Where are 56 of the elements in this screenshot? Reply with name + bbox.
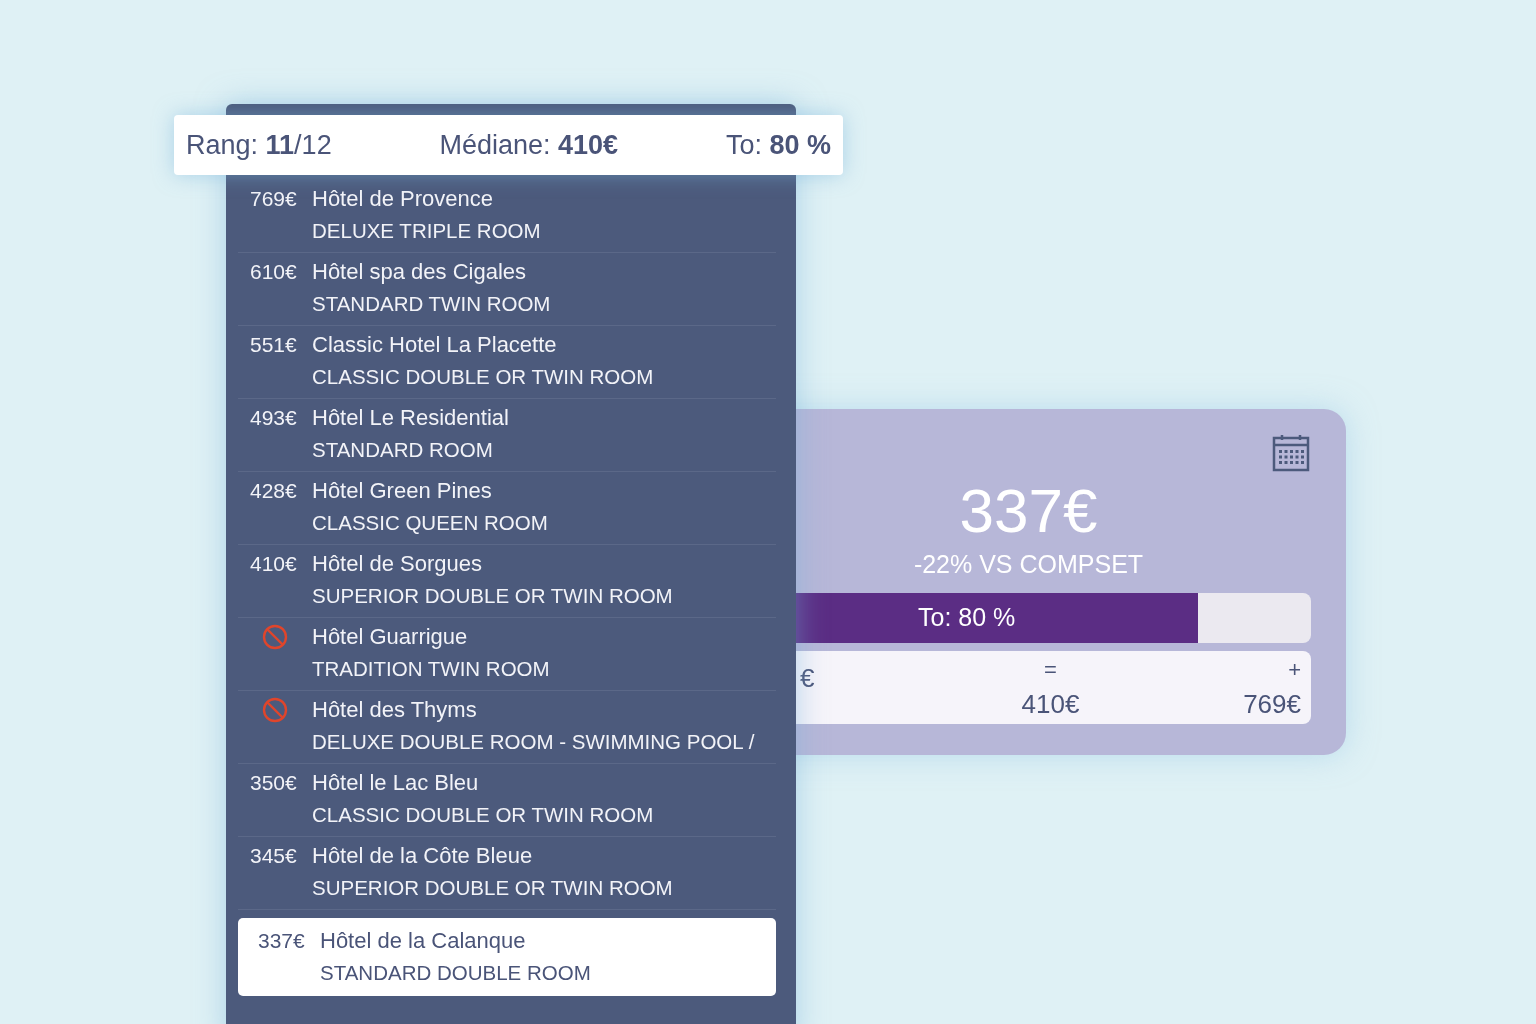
- room-type: CLASSIC DOUBLE OR TWIN ROOM: [312, 802, 655, 828]
- hotel-row[interactable]: 769€ Hôtel de Provence DELUXE TRIPLE ROOM: [238, 180, 776, 253]
- room-type: STANDARD ROOM: [312, 437, 494, 463]
- hotel-price: 493€: [250, 405, 298, 431]
- hotel-row[interactable]: 350€ Hôtel le Lac Bleu CLASSIC DOUBLE OR TWIN ROOM: [238, 764, 776, 837]
- range-value: 769€: [1243, 689, 1301, 720]
- hotel-row[interactable]: Hôtel des Thyms DELUXE DOUBLE ROOM - SWIMMING POOL /: [238, 691, 776, 764]
- hotel-name: Hôtel le Lac Bleu: [312, 770, 480, 796]
- hotel-price: 337€: [258, 928, 306, 954]
- hotel-price: 769€: [250, 186, 298, 212]
- hotel-name: Hôtel de la Côte Bleue: [312, 843, 534, 869]
- calendar-icon[interactable]: [1271, 433, 1311, 473]
- hotel-name: Hôtel Guarrigue: [312, 624, 469, 650]
- hotel-price: 551€: [250, 332, 298, 358]
- selected-hotel-row[interactable]: 337€ Hôtel de la Calanque STANDARD DOUBLE ROOM: [238, 918, 776, 996]
- range-symbol: +: [1288, 657, 1301, 683]
- room-type: DELUXE DOUBLE ROOM - SWIMMING POOL /: [312, 729, 756, 755]
- room-type: CLASSIC QUEEN ROOM: [312, 510, 549, 536]
- hotel-name: Hôtel Green Pines: [312, 478, 493, 504]
- hotel-row[interactable]: 493€ Hôtel Le Residential STANDARD ROOM: [238, 399, 776, 472]
- hotel-price: 350€: [250, 770, 298, 796]
- hotel-name: Hôtel spa des Cigales: [312, 259, 527, 285]
- hotel-row[interactable]: 345€ Hôtel de la Côte Bleue SUPERIOR DOUBLE OR TWIN ROOM: [238, 837, 776, 910]
- rank-text: Rang: 11/12: [186, 129, 332, 161]
- hotel-price: 410€: [250, 551, 298, 577]
- room-type: DELUXE TRIPLE ROOM: [312, 218, 542, 244]
- hotel-name: Classic Hotel La Placette: [312, 332, 558, 358]
- hotel-price: 610€: [250, 259, 298, 285]
- price-value: 337€: [959, 475, 1098, 546]
- room-type: SUPERIOR DOUBLE OR TWIN ROOM: [312, 583, 674, 609]
- range-value: €: [800, 663, 815, 694]
- room-type: STANDARD TWIN ROOM: [312, 291, 552, 317]
- hotel-name: Hôtel Le Residential: [312, 405, 510, 431]
- hotel-price: 345€: [250, 843, 298, 869]
- hotel-row[interactable]: 428€ Hôtel Green Pines CLASSIC QUEEN ROOM: [238, 472, 776, 545]
- room-type: SUPERIOR DOUBLE OR TWIN ROOM: [312, 875, 674, 901]
- compset-comparison: -22% VS COMPSET: [913, 550, 1144, 579]
- hotel-name: Hôtel des Thyms: [312, 697, 478, 723]
- blocked-icon: [262, 697, 288, 723]
- hotel-name: Hôtel de Sorgues: [312, 551, 483, 577]
- range-symbol: =: [1044, 657, 1057, 683]
- occupancy-label: To: 80 %: [918, 603, 1016, 632]
- occupancy-text: To: 80 %: [725, 129, 831, 161]
- room-type: STANDARD DOUBLE ROOM: [320, 960, 592, 986]
- room-type: CLASSIC DOUBLE OR TWIN ROOM: [312, 364, 655, 390]
- blocked-icon: [262, 624, 288, 650]
- hotel-row[interactable]: 410€ Hôtel de Sorgues SUPERIOR DOUBLE OR TWIN ROOM: [238, 545, 776, 618]
- room-type: TRADITION TWIN ROOM: [312, 656, 551, 682]
- hotel-name: Hôtel de la Calanque: [320, 928, 527, 954]
- median-text: Médiane: 410€: [439, 129, 619, 161]
- hotel-row[interactable]: 610€ Hôtel spa des Cigales STANDARD TWIN ROOM: [238, 253, 776, 326]
- hotel-price: 428€: [250, 478, 298, 504]
- hotel-row[interactable]: Hôtel Guarrigue TRADITION TWIN ROOM: [238, 618, 776, 691]
- hotel-name: Hôtel de Provence: [312, 186, 494, 212]
- hotel-row[interactable]: 551€ Classic Hotel La Placette CLASSIC DOUBLE OR TWIN ROOM: [238, 326, 776, 399]
- range-value: 410€: [1021, 689, 1080, 720]
